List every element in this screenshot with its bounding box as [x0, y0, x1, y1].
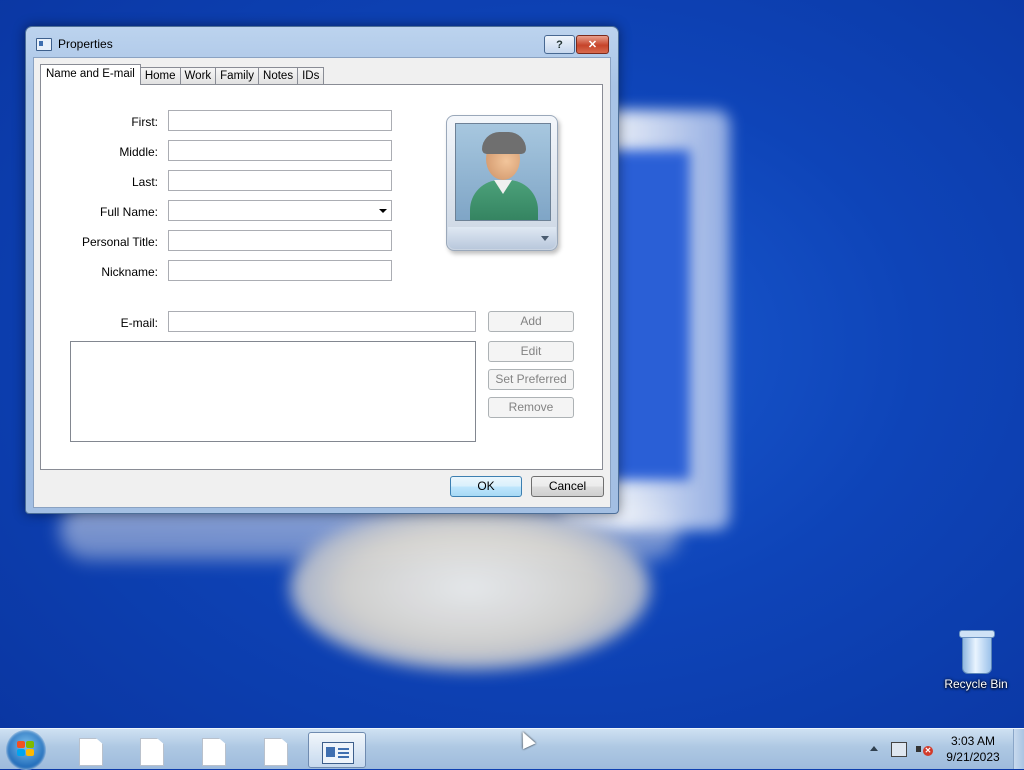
show-hidden-icons-icon[interactable] — [870, 746, 878, 751]
taskbar-item-document-2[interactable] — [123, 732, 179, 766]
email-field[interactable] — [168, 311, 476, 332]
nickname-label: Nickname: — [101, 265, 158, 279]
middle-name-field[interactable] — [168, 140, 392, 161]
document-icon — [79, 738, 103, 766]
add-email-button[interactable]: Add — [488, 311, 574, 332]
contact-card-icon — [322, 742, 354, 764]
window-title: Properties — [58, 37, 113, 51]
show-desktop-button[interactable] — [1013, 729, 1024, 769]
edit-email-button[interactable]: Edit — [488, 341, 574, 362]
tab-notes[interactable]: Notes — [258, 67, 299, 85]
document-icon — [264, 738, 288, 766]
tab-strip: Name and E-mail Home Work Family Notes I… — [40, 64, 325, 85]
nickname-field[interactable] — [168, 260, 392, 281]
clock-time: 3:03 AM — [950, 734, 996, 748]
remove-email-button[interactable]: Remove — [488, 397, 574, 418]
chevron-down-icon[interactable] — [379, 209, 387, 213]
properties-dialog: Properties ? ✕ Name and E-mail Home Work… — [25, 26, 619, 514]
taskbar-item-document-3[interactable] — [185, 732, 241, 766]
desktop-icon-label: Recycle Bin — [944, 677, 1008, 691]
tab-work[interactable]: Work — [179, 67, 217, 85]
taskbar-item-properties[interactable] — [308, 732, 366, 768]
wallpaper-base — [290, 505, 650, 670]
first-label: First: — [131, 115, 158, 129]
tab-family[interactable]: Family — [215, 67, 260, 85]
volume-muted-icon[interactable]: ✕ — [916, 742, 933, 756]
document-icon — [140, 738, 164, 766]
personal-title-field[interactable] — [168, 230, 392, 251]
recycle-bin-icon — [958, 628, 995, 674]
tab-ids[interactable]: IDs — [297, 67, 325, 85]
clock-date: 9/21/2023 — [946, 750, 1000, 764]
last-label: Last: — [131, 175, 158, 189]
close-button[interactable]: ✕ — [576, 35, 609, 54]
personal-title-label: Personal Title: — [81, 235, 158, 249]
full-name-label: Full Name: — [99, 205, 158, 219]
email-label: E-mail: — [120, 316, 158, 330]
document-icon — [202, 738, 226, 766]
middle-label: Middle: — [119, 145, 158, 159]
start-button[interactable] — [6, 730, 46, 770]
desktop-icon-recycle-bin[interactable]: Recycle Bin — [940, 628, 1012, 691]
system-clock[interactable]: 3:03 AM 9/21/2023 — [940, 733, 1006, 765]
set-preferred-button[interactable]: Set Preferred — [488, 369, 574, 390]
full-name-combo[interactable] — [168, 200, 392, 221]
dialog-client: Name and E-mail Home Work Family Notes I… — [33, 57, 611, 508]
taskbar: ✕ 3:03 AM 9/21/2023 — [0, 728, 1024, 770]
chevron-down-icon — [541, 236, 549, 241]
cancel-button[interactable]: Cancel — [531, 476, 604, 497]
ok-button[interactable]: OK — [450, 476, 522, 497]
network-icon[interactable] — [891, 742, 907, 757]
last-name-field[interactable] — [168, 170, 392, 191]
first-name-field[interactable] — [168, 110, 392, 131]
taskbar-item-document-4[interactable] — [247, 732, 303, 766]
tab-panel-name-and-email: First: Middle: Last: Full Name: Personal… — [40, 84, 603, 470]
tab-home[interactable]: Home — [139, 67, 181, 85]
email-list[interactable] — [70, 341, 476, 442]
contact-card-icon — [36, 38, 52, 51]
contact-photo — [455, 123, 551, 221]
tab-name-and-email[interactable]: Name and E-mail — [40, 64, 141, 85]
help-button[interactable]: ? — [544, 35, 575, 54]
photo-menu-bar — [448, 227, 556, 249]
contact-photo-button[interactable] — [446, 115, 558, 251]
windows-logo-icon — [17, 741, 35, 758]
title-bar[interactable]: Properties ? ✕ — [26, 27, 618, 57]
taskbar-item-document-1[interactable] — [62, 732, 118, 766]
